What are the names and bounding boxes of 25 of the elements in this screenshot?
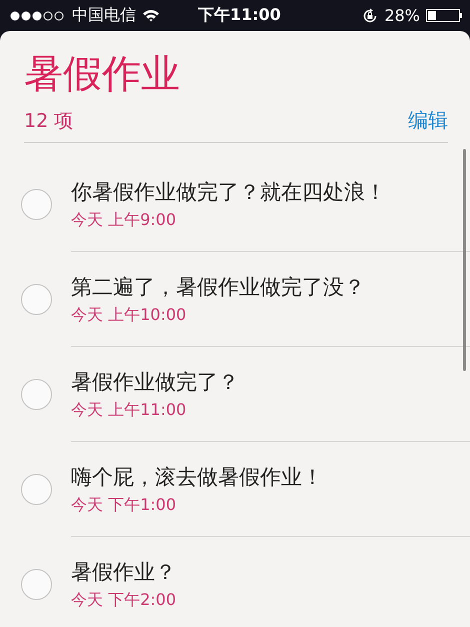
reminder-title: 暑假作业？ [71,559,177,586]
reminder-title: 嗨个屁，滚去做暑假作业！ [71,464,324,491]
reminder-title: 暑假作业做完了？ [71,369,240,396]
wifi-icon [142,9,160,22]
checkbox-circle[interactable] [21,474,52,505]
edit-button[interactable]: 编辑 [408,107,448,134]
battery-icon [426,9,462,22]
checkbox-circle[interactable] [21,569,52,600]
reminder-title: 你暑假作业做完了？就在四处浪！ [71,179,387,206]
rotation-lock-icon [362,8,378,24]
due-date: 今天 上午10:00 [71,304,188,326]
due-date: 今天 上午9:00 [71,209,178,231]
checkbox-circle[interactable] [21,189,52,220]
checkbox-circle[interactable] [21,379,52,410]
checkbox-circle[interactable] [21,284,52,315]
due-date: 今天 下午1:00 [71,494,178,516]
due-date: 今天 上午11:00 [71,399,188,421]
list-title: 暑假作业 [24,51,181,99]
due-date: 今天 下午2:00 [71,589,178,611]
signal-icon [10,10,66,20]
item-count: 12 项 [24,108,74,134]
status-time: 下午11:00 [198,5,281,26]
carrier-name: 中国电信 [72,5,136,26]
reminder-title: 第二遍了，暑假作业做完了没？ [71,274,366,301]
battery-percent: 28% [384,6,420,25]
